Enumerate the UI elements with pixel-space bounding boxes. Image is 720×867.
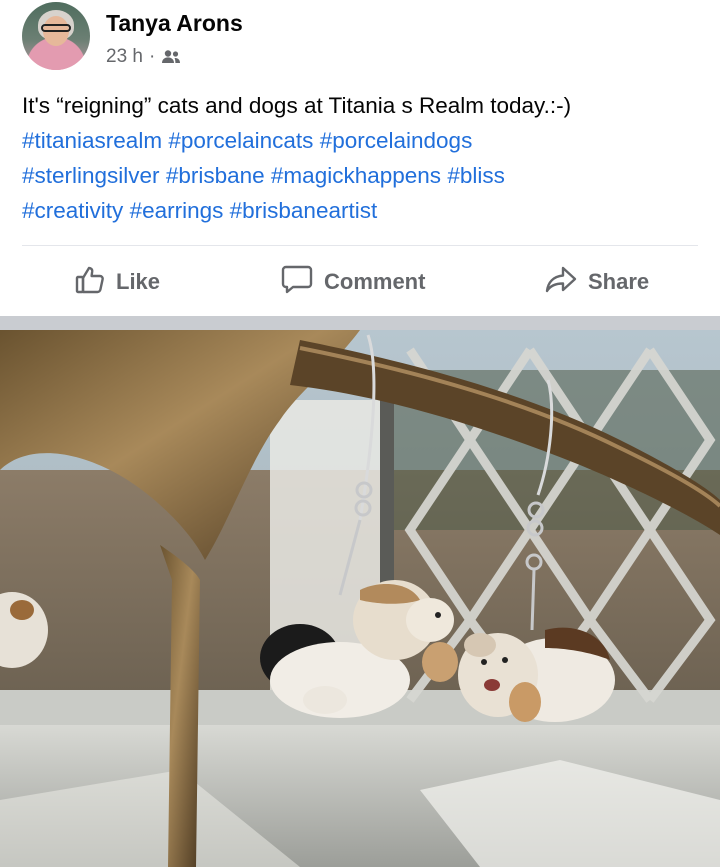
comment-label: Comment <box>324 269 426 294</box>
action-bar: Like Comment Share <box>0 258 720 306</box>
hashtag[interactable]: #sterlingsilver <box>22 163 160 188</box>
photo-separator <box>0 316 720 330</box>
post-time[interactable]: 23 h <box>106 46 143 68</box>
post-photo[interactable] <box>0 330 720 867</box>
like-label: Like <box>116 269 161 294</box>
divider <box>22 245 698 246</box>
hashtag[interactable]: #magickhappens <box>271 163 441 188</box>
comment-icon <box>280 263 314 301</box>
hashtag-list: #titaniasrealm #porcelaincats #porcelain… <box>22 128 505 223</box>
author-name[interactable]: Tanya Arons <box>106 10 243 37</box>
hashtag[interactable]: #porcelaincats <box>168 128 313 153</box>
friends-icon[interactable] <box>161 49 181 65</box>
share-label: Share <box>588 269 650 294</box>
hashtag[interactable]: #porcelaindogs <box>320 128 473 153</box>
hashtag[interactable]: #brisbane <box>166 163 265 188</box>
meta-separator: · <box>148 46 156 67</box>
hashtag[interactable]: #brisbaneartist <box>230 198 378 223</box>
post-meta: 23 h · <box>106 46 181 68</box>
post-header: Tanya Arons 23 h · <box>22 0 702 72</box>
thumbs-up-icon <box>74 263 106 301</box>
hashtag[interactable]: #bliss <box>447 163 505 188</box>
comment-button[interactable]: Comment <box>280 258 425 306</box>
hashtag[interactable]: #creativity <box>22 198 123 223</box>
post-body: It's “reigning” cats and dogs at Titania… <box>22 93 572 118</box>
post-text: It's “reigning” cats and dogs at Titania… <box>22 88 702 228</box>
share-button[interactable]: Share <box>544 258 649 306</box>
hashtag[interactable]: #titaniasrealm <box>22 128 162 153</box>
share-icon <box>544 263 578 301</box>
like-button[interactable]: Like <box>74 258 160 306</box>
hashtag[interactable]: #earrings <box>130 198 224 223</box>
photo-illustration <box>0 330 720 867</box>
avatar[interactable] <box>22 2 90 70</box>
